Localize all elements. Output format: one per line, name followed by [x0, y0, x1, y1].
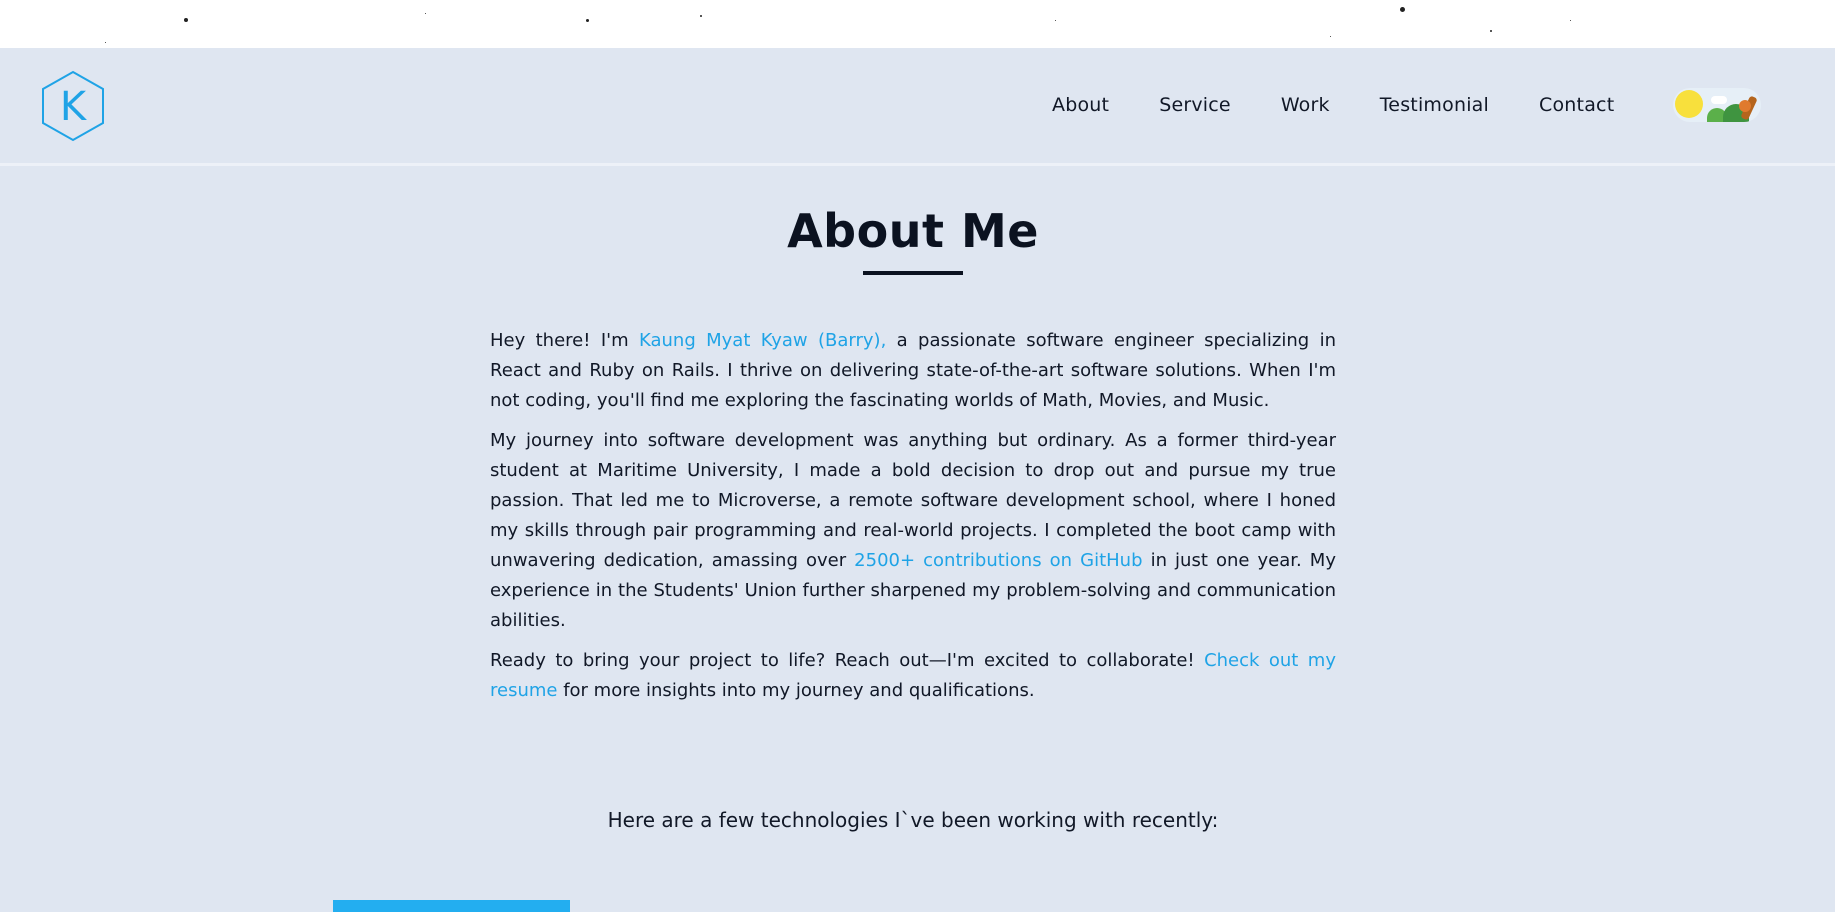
technologies-intro: Here are a few technologies I`ve been wo… [607, 808, 1219, 832]
paragraph-text: for more insights into my journey and qu… [557, 680, 1035, 701]
star-dot [184, 18, 188, 22]
paragraph-text: Ready to bring your project to life? Rea… [490, 650, 1205, 671]
star-dot [1055, 20, 1056, 21]
nav-links: About Service Work Testimonial Contact [1052, 94, 1664, 116]
star-dot [105, 42, 106, 43]
nav-testimonial[interactable]: Testimonial [1380, 94, 1489, 116]
paragraph-text: Hey there! I'm [490, 330, 639, 351]
technology-card[interactable] [333, 900, 570, 912]
star-dot [1490, 30, 1492, 32]
nav-about[interactable]: About [1052, 94, 1109, 116]
nav-service[interactable]: Service [1159, 94, 1231, 116]
star-dot [1330, 36, 1331, 37]
star-dot [700, 15, 702, 17]
logo-letter: K [60, 84, 88, 130]
star-dot [586, 19, 589, 22]
author-name-link[interactable]: Kaung Myat Kyaw (Barry), [639, 330, 886, 351]
star-dot [1570, 20, 1571, 21]
github-contributions-link[interactable]: 2500+ contributions on GitHub [854, 550, 1142, 571]
cloud-icon [1711, 96, 1727, 104]
leaf-icon [1739, 100, 1751, 112]
about-paragraph-1: Hey there! I'm Kaung Myat Kyaw (Barry), … [490, 326, 1336, 416]
about-paragraph-2: My journey into software development was… [490, 426, 1336, 636]
about-title: About Me [787, 204, 1039, 258]
starfield-strip [0, 0, 1835, 48]
about-text: Hey there! I'm Kaung Myat Kyaw (Barry), … [490, 326, 1336, 716]
theme-toggle[interactable] [1673, 88, 1761, 122]
star-dot [1400, 7, 1405, 12]
about-paragraph-3: Ready to bring your project to life? Rea… [490, 646, 1336, 706]
logo-hexagon[interactable]: K [40, 70, 106, 142]
navbar: K About Service Work Testimonial Contact [0, 48, 1835, 166]
sun-toggle-icon [1675, 90, 1703, 118]
star-dot [425, 13, 426, 14]
title-underline [863, 271, 963, 275]
nav-contact[interactable]: Contact [1539, 94, 1614, 116]
nav-work[interactable]: Work [1281, 94, 1330, 116]
logo-icon: K [42, 70, 104, 142]
